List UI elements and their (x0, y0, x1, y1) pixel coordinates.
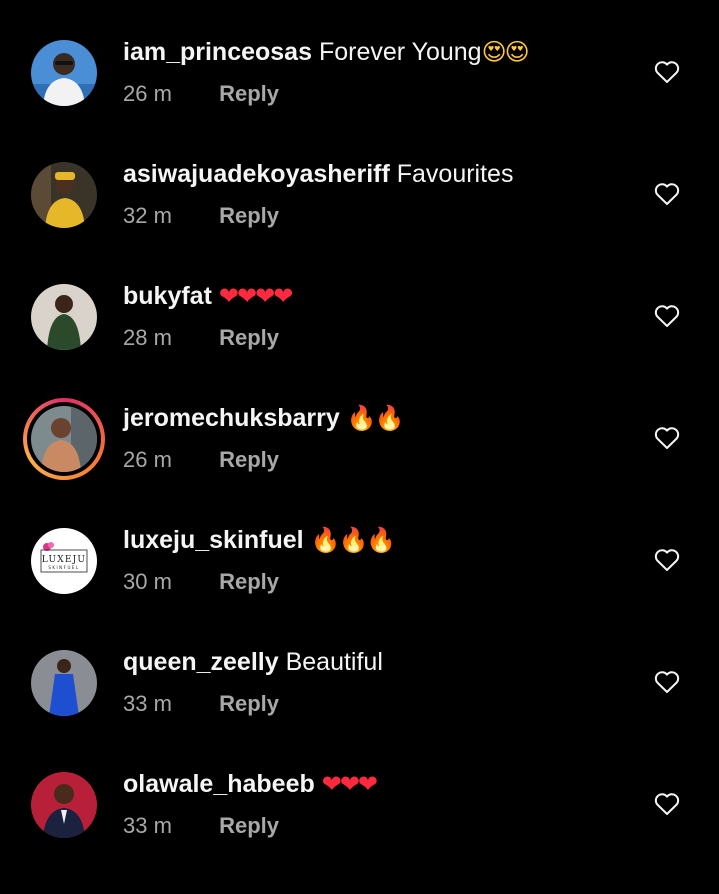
reply-button[interactable]: Reply (219, 325, 279, 350)
comment-timestamp: 33 m (123, 691, 172, 716)
comment-emoji: ❤❤❤❤ (218, 282, 293, 310)
avatar[interactable]: LUXEJU SKINFUEL (31, 528, 97, 594)
comment-item: olawale_habeeb ❤❤❤ 33 m Reply (0, 770, 719, 894)
comment-timestamp: 28 m (123, 325, 172, 350)
heart-outline-icon[interactable] (654, 670, 680, 694)
comment-item: jeromechuksbarry 🔥🔥 26 m Reply (0, 398, 719, 528)
heart-outline-icon[interactable] (654, 792, 680, 816)
comment-username[interactable]: bukyfat (123, 282, 212, 310)
comment-timestamp: 30 m (123, 569, 172, 594)
comment-timestamp: 26 m (123, 81, 172, 106)
heart-outline-icon[interactable] (654, 182, 680, 206)
avatar-story-ring[interactable] (23, 398, 105, 480)
avatar[interactable] (31, 650, 97, 716)
comment-item: bukyfat ❤❤❤❤ 28 m Reply (0, 282, 719, 406)
reply-button[interactable]: Reply (219, 813, 279, 838)
comment-item: LUXEJU SKINFUEL luxeju_skinfuel 🔥🔥🔥 30 m… (0, 526, 719, 650)
avatar[interactable] (31, 162, 97, 228)
reply-button[interactable]: Reply (219, 569, 279, 594)
heart-outline-icon[interactable] (654, 60, 680, 84)
avatar[interactable] (31, 284, 97, 350)
comment-list: iam_princeosas Forever Young😍😍 26 m Repl… (0, 0, 719, 867)
comment-emoji: ❤❤❤ (321, 770, 378, 798)
comment-username[interactable]: luxeju_skinfuel (123, 526, 304, 554)
reply-button[interactable]: Reply (219, 203, 279, 228)
comment-emoji: 🔥🔥 (346, 404, 405, 432)
comment-timestamp: 26 m (123, 447, 172, 472)
reply-button[interactable]: Reply (219, 691, 279, 716)
comment-item: asiwajuadekoyasheriff Favourites 32 m Re… (0, 160, 719, 284)
heart-outline-icon[interactable] (654, 548, 680, 572)
comment-text: Beautiful (285, 648, 383, 676)
reply-button[interactable]: Reply (219, 447, 279, 472)
comment-text: Favourites (396, 160, 514, 188)
comment-text: Forever Young (318, 38, 482, 66)
comment-username[interactable]: asiwajuadekoyasheriff (123, 160, 390, 188)
comment-item: queen_zeelly Beautiful 33 m Reply (0, 648, 719, 772)
avatar[interactable] (31, 772, 97, 838)
comment-item: iam_princeosas Forever Young😍😍 26 m Repl… (0, 38, 719, 162)
reply-button[interactable]: Reply (219, 81, 279, 106)
avatar[interactable] (31, 40, 97, 106)
comment-username[interactable]: olawale_habeeb (123, 770, 315, 798)
comment-username[interactable]: jeromechuksbarry (123, 404, 340, 432)
logo-subtext: SKINFUEL (48, 565, 79, 570)
comment-emoji: 😍😍 (481, 38, 530, 66)
comment-timestamp: 32 m (123, 203, 172, 228)
comment-emoji: 🔥🔥🔥 (310, 526, 397, 554)
logo-text: LUXEJU (42, 555, 86, 565)
heart-outline-icon[interactable] (654, 304, 680, 328)
heart-outline-icon[interactable] (654, 426, 680, 450)
comment-timestamp: 33 m (123, 813, 172, 838)
comment-username[interactable]: iam_princeosas (123, 38, 312, 66)
comment-username[interactable]: queen_zeelly (123, 648, 279, 676)
